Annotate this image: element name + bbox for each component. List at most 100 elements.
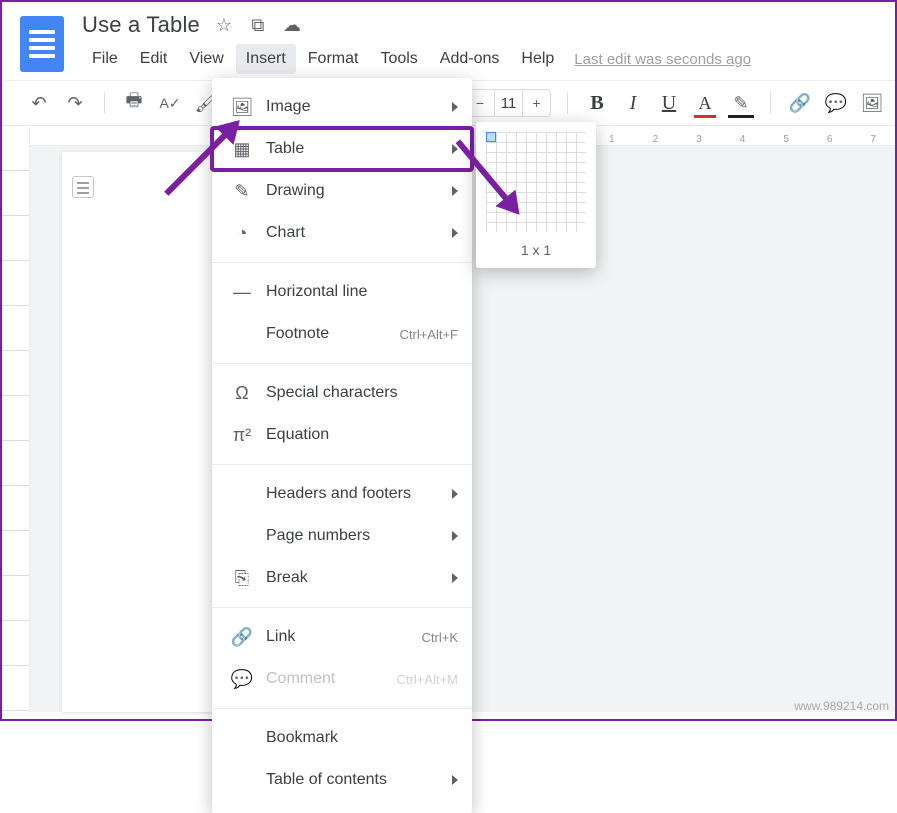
insert-comment-button[interactable]: 💬 [823,90,849,116]
menu-separator [212,262,472,263]
comment-icon: 💬 [228,669,256,690]
table-size-picker[interactable]: 1 x 1 [476,122,596,268]
watermark-text: www.989214.com [794,699,889,713]
submenu-arrow-icon [452,489,458,499]
document-title[interactable]: Use a Table [82,12,200,38]
menu-file[interactable]: File [82,44,128,74]
menu-item-label: Equation [256,426,458,444]
menu-item-label: Break [256,569,452,587]
menu-item-chart[interactable]: ◔Chart [212,212,472,254]
menu-item-label: Drawing [256,182,452,200]
menu-item-label: Horizontal line [256,283,458,301]
insert-image-button[interactable]: 🖼 [859,90,885,116]
redo-button[interactable]: ↷ [62,90,88,116]
menubar: FileEditViewInsertFormatToolsAdd-onsHelp… [82,44,889,74]
menu-item-footnote[interactable]: FootnoteCtrl+Alt+F [212,313,472,355]
menu-help[interactable]: Help [511,44,564,74]
ruler-tick: 1 [590,134,634,145]
submenu-arrow-icon [452,228,458,238]
menu-item-label: Special characters [256,384,458,402]
move-icon[interactable]: ⧉ [248,15,268,35]
menu-separator [212,708,472,709]
underline-button[interactable]: U [656,90,682,116]
submenu-arrow-icon [452,573,458,583]
bold-button[interactable]: B [584,90,610,116]
horizontal-line-icon: — [228,282,256,303]
menu-item-label: Image [256,98,452,116]
equation-icon: π² [228,425,256,446]
font-size-increase[interactable]: + [522,90,550,116]
menu-item-table[interactable]: ▦Table [212,128,472,170]
menu-insert[interactable]: Insert [236,44,296,74]
menu-item-label: Headers and footers [256,485,452,503]
menu-item-break[interactable]: ⎘Break [212,557,472,599]
undo-button[interactable]: ↶ [26,90,52,116]
menu-item-equation[interactable]: π²Equation [212,414,472,456]
submenu-arrow-icon [452,775,458,785]
menu-shortcut: Ctrl+K [422,630,458,645]
menu-item-comment: 💬CommentCtrl+Alt+M [212,658,472,700]
chart-icon: ◔ [228,223,256,244]
print-button[interactable]: 🖶 [121,90,147,116]
cloud-status-icon[interactable]: ☁ [282,15,302,35]
menu-separator [212,363,472,364]
spellcheck-button[interactable]: A✓ [157,90,183,116]
menu-item-table-of-contents[interactable]: Table of contents [212,759,472,801]
insert-link-button[interactable]: 🔗 [787,90,813,116]
menu-item-page-numbers[interactable]: Page numbers [212,515,472,557]
ruler-tick: 5 [764,134,808,145]
drawing-icon: ✎ [228,181,256,202]
menu-item-bookmark[interactable]: Bookmark [212,717,472,759]
submenu-arrow-icon [452,186,458,196]
menu-format[interactable]: Format [298,44,369,74]
highlight-color-button[interactable]: ✎ [728,90,754,116]
menu-item-drawing[interactable]: ✎Drawing [212,170,472,212]
menu-item-horizontal-line[interactable]: —Horizontal line [212,271,472,313]
special-characters-icon: Ω [228,383,256,404]
menu-add-ons[interactable]: Add-ons [430,44,510,74]
table-grid[interactable] [486,132,586,232]
document-outline-button[interactable] [72,176,94,198]
menu-item-link[interactable]: 🔗LinkCtrl+K [212,616,472,658]
document-page[interactable] [62,152,222,712]
font-size-control[interactable]: − 11 + [465,89,551,117]
ruler-tick: 6 [808,134,852,145]
insert-menu-dropdown: 🖼Image▦Table✎Drawing◔Chart—Horizontal li… [212,78,472,813]
ruler-tick: 3 [677,134,721,145]
menu-item-headers-and-footers[interactable]: Headers and footers [212,473,472,515]
link-icon: 🔗 [228,627,256,648]
menu-shortcut: Ctrl+Alt+M [397,672,458,687]
titlebar: Use a Table ☆ ⧉ ☁ FileEditViewInsertForm… [2,2,895,74]
last-edit-link[interactable]: Last edit was seconds ago [574,51,751,68]
menu-item-special-characters[interactable]: ΩSpecial characters [212,372,472,414]
menu-shortcut: Ctrl+Alt+F [399,327,458,342]
vertical-ruler [2,126,30,712]
menu-item-label: Table [256,140,452,158]
ruler-tick: 2 [634,134,678,145]
menu-item-label: Table of contents [256,771,452,789]
menu-item-label: Footnote [256,325,399,343]
menu-view[interactable]: View [179,44,233,74]
submenu-arrow-icon [452,102,458,112]
ruler-tick: 4 [721,134,765,145]
menu-item-label: Bookmark [256,729,458,747]
submenu-arrow-icon [452,531,458,541]
menu-tools[interactable]: Tools [370,44,427,74]
menu-item-image[interactable]: 🖼Image [212,86,472,128]
table-grid-selection [486,132,496,142]
menu-item-label: Comment [256,670,397,688]
font-size-value[interactable]: 11 [494,90,522,116]
menu-separator [212,464,472,465]
menu-edit[interactable]: Edit [130,44,178,74]
break-icon: ⎘ [228,568,256,589]
ruler-tick: 7 [851,134,895,145]
table-size-label: 1 x 1 [486,242,586,258]
menu-item-label: Page numbers [256,527,452,545]
menu-item-label: Chart [256,224,452,242]
docs-logo[interactable] [20,16,64,72]
menu-item-label: Link [256,628,422,646]
text-color-button[interactable]: A [692,90,718,116]
star-icon[interactable]: ☆ [214,15,234,35]
menu-separator [212,607,472,608]
italic-button[interactable]: I [620,90,646,116]
